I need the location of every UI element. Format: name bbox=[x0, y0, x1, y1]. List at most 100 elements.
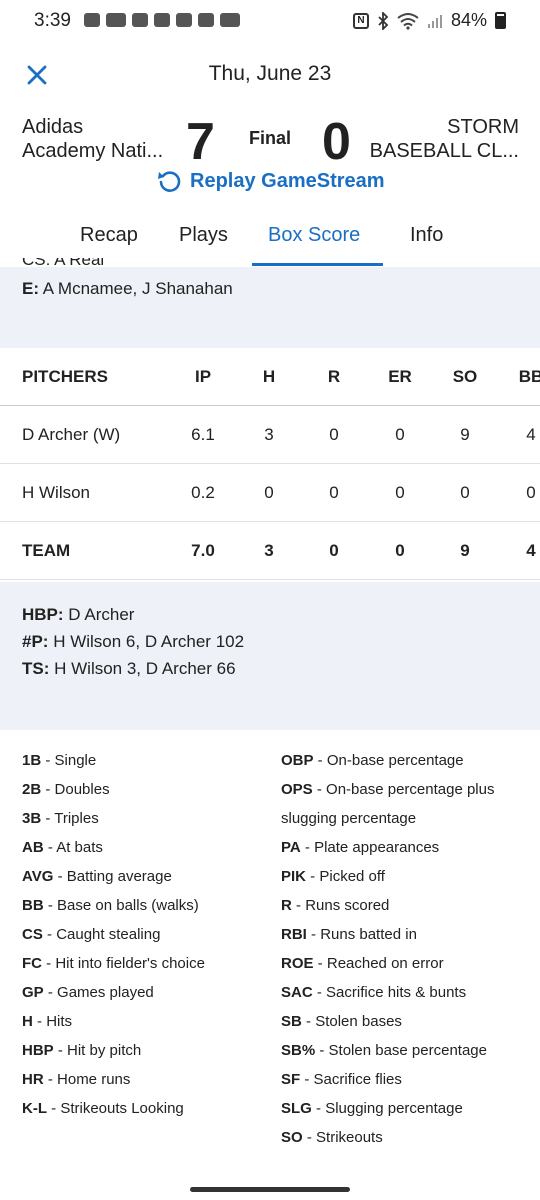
column-header: SO bbox=[452, 367, 478, 386]
glossary-item: OBP - On-base percentage bbox=[281, 752, 464, 769]
glossary-item: 2B - Doubles bbox=[22, 781, 110, 798]
home-gesture-bar[interactable] bbox=[190, 1187, 350, 1192]
glossary-item: RBI - Runs batted in bbox=[281, 926, 417, 943]
note-label: HBP: bbox=[22, 605, 64, 624]
column-header: PITCHERS bbox=[22, 367, 108, 386]
glossary-item: H - Hits bbox=[22, 1013, 73, 1030]
puppet-icon bbox=[198, 13, 214, 27]
pitcher-name: H Wilson bbox=[22, 483, 91, 502]
glossary-item: AVG - Batting average bbox=[22, 868, 172, 885]
replay-icon bbox=[158, 171, 181, 192]
stat-h: 3 bbox=[264, 541, 274, 560]
wifi-icon bbox=[397, 12, 419, 30]
stat-bb: 4 bbox=[526, 541, 536, 560]
stat-er: 0 bbox=[395, 425, 405, 444]
ring-icon bbox=[106, 13, 126, 27]
glossary-item: SB% - Stolen base percentage bbox=[281, 1042, 487, 1059]
glossary-item: SAC - Sacrifice hits & bunts bbox=[281, 984, 467, 1001]
tab-box-score[interactable]: Box Score bbox=[268, 224, 360, 247]
column-header: R bbox=[327, 367, 341, 386]
battery-icon bbox=[495, 12, 506, 29]
glossary-item: R - Runs scored bbox=[281, 897, 390, 914]
away-team-line2: BASEBALL CL... bbox=[369, 140, 519, 162]
stat-r: 0 bbox=[329, 483, 339, 502]
message-icon bbox=[84, 13, 100, 27]
stat-so: 9 bbox=[460, 425, 470, 444]
glossary-item: 3B - Triples bbox=[22, 810, 99, 827]
note-label: #P: bbox=[22, 632, 49, 651]
stat-er: 0 bbox=[395, 483, 405, 502]
glossary-item: SB - Stolen bases bbox=[281, 1013, 402, 1030]
column-header: H bbox=[262, 367, 276, 386]
glossary-item: PA - Plate appearances bbox=[281, 839, 440, 856]
battery-percent: 84% bbox=[450, 10, 487, 30]
glossary-item: SF - Sacrifice flies bbox=[281, 1071, 402, 1088]
stat-r: 0 bbox=[329, 541, 339, 560]
note-value: H Wilson 3, D Archer 66 bbox=[54, 659, 236, 678]
column-header: BB bbox=[518, 367, 540, 386]
table-header-row: PITCHERS IP H R ER SO BB bbox=[0, 348, 540, 406]
stat-er: 0 bbox=[395, 541, 405, 560]
status-time: 3:39 bbox=[34, 10, 71, 31]
glossary-item: PIK - Picked off bbox=[281, 868, 385, 885]
notification-icons bbox=[84, 13, 240, 27]
stat-r: 0 bbox=[329, 425, 339, 444]
note-value: D Archer bbox=[68, 605, 135, 624]
glossary-item: SO - Strikeouts bbox=[281, 1129, 383, 1146]
replay-label: Replay GameStream bbox=[190, 169, 385, 192]
teams-icon bbox=[132, 13, 148, 27]
away-team-name[interactable]: STORM BASEBALL CL... bbox=[349, 115, 519, 163]
stat-h: 0 bbox=[264, 483, 274, 502]
glossary-item: GP - Games played bbox=[22, 984, 154, 1001]
glossary-item: ROE - Reached on error bbox=[281, 955, 444, 972]
errors-line: E: A Mcnamee, J Shanahan bbox=[22, 279, 233, 299]
note-value: H Wilson 6, D Archer 102 bbox=[53, 632, 245, 651]
pitching-note: HBP: D Archer bbox=[22, 605, 134, 625]
away-score: 0 bbox=[322, 113, 351, 171]
pitchers-table: PITCHERS IP H R ER SO BB D Archer (W) 6.… bbox=[0, 348, 540, 580]
nfc-icon: N bbox=[352, 12, 369, 29]
gc-icon bbox=[154, 13, 170, 27]
stat-ip: 7.0 bbox=[191, 541, 215, 560]
table-row[interactable]: H Wilson 0.2 0 0 0 0 0 bbox=[0, 464, 540, 522]
tab-recap[interactable]: Recap bbox=[80, 224, 138, 247]
stat-bb: 0 bbox=[526, 483, 536, 502]
glossary-item: K-L - Strikeouts Looking bbox=[22, 1100, 184, 1117]
active-tab-indicator bbox=[252, 263, 383, 266]
column-header: IP bbox=[194, 367, 212, 386]
glossary-item: OPS - On-base percentage plus bbox=[281, 781, 495, 798]
glossary-item: AB - At bats bbox=[22, 839, 103, 856]
team-label: TEAM bbox=[22, 541, 71, 560]
glossary-item: 1B - Single bbox=[22, 752, 97, 769]
stat-ip: 6.1 bbox=[191, 425, 215, 444]
stat-so: 9 bbox=[460, 541, 470, 560]
game-date: Thu, June 23 bbox=[208, 62, 332, 85]
gc-icon bbox=[176, 13, 192, 27]
replay-gamestream-button[interactable]: Replay GameStream bbox=[156, 168, 385, 194]
imdb-icon bbox=[220, 13, 240, 27]
stat-ip: 0.2 bbox=[191, 483, 215, 502]
table-row[interactable]: D Archer (W) 6.1 3 0 0 9 4 bbox=[0, 406, 540, 464]
stat-bb: 4 bbox=[526, 425, 536, 444]
glossary-item: FC - Hit into fielder's choice bbox=[22, 955, 205, 972]
pitching-note: TS: H Wilson 3, D Archer 66 bbox=[22, 659, 236, 679]
errors-value: A Mcnamee, J Shanahan bbox=[42, 279, 233, 298]
column-header: ER bbox=[388, 367, 412, 386]
glossary-item: CS - Caught stealing bbox=[22, 926, 161, 943]
away-team-line1: STORM bbox=[447, 116, 519, 138]
glossary-item: HBP - Hit by pitch bbox=[22, 1042, 142, 1059]
tab-plays[interactable]: Plays bbox=[179, 224, 228, 247]
stat-h: 3 bbox=[264, 425, 274, 444]
bluetooth-icon bbox=[378, 11, 389, 30]
glossary-item: HR - Home runs bbox=[22, 1071, 131, 1088]
team-total-row: TEAM 7.0 3 0 0 9 4 bbox=[0, 522, 540, 580]
stat-so: 0 bbox=[460, 483, 470, 502]
glossary-item-continuation: slugging percentage bbox=[281, 810, 417, 827]
pitcher-name: D Archer (W) bbox=[22, 425, 121, 444]
note-label: TS: bbox=[22, 659, 50, 678]
glossary-item: BB - Base on balls (walks) bbox=[22, 897, 199, 914]
system-status: N 84% bbox=[352, 10, 506, 31]
status-bar: 3:39 N 84% bbox=[0, 0, 540, 44]
tab-info[interactable]: Info bbox=[410, 224, 443, 247]
glossary-item: SLG - Slugging percentage bbox=[281, 1100, 463, 1117]
